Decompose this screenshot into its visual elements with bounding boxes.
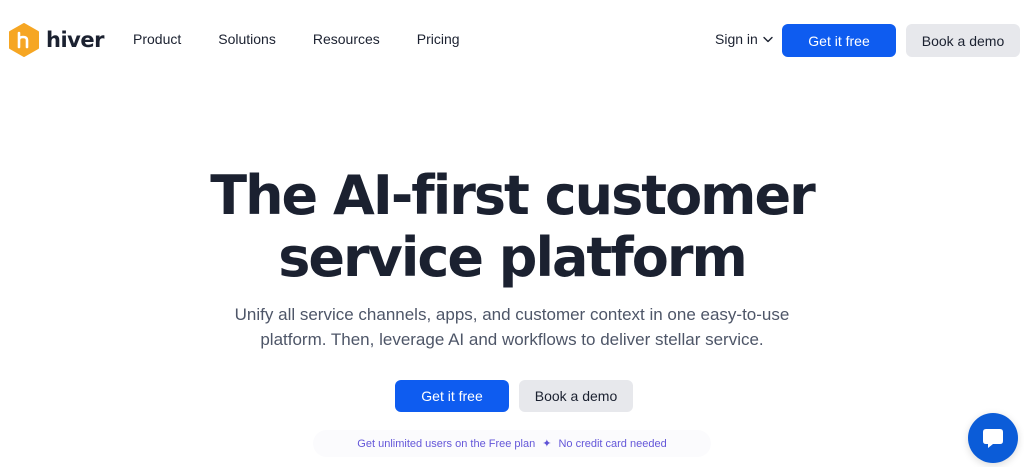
brand-logo[interactable]: hiver bbox=[8, 23, 104, 57]
sign-in-menu[interactable]: Sign in bbox=[715, 31, 773, 47]
hero-title-line-1: The AI-first customer bbox=[210, 164, 815, 227]
main-nav: Product Solutions Resources Pricing bbox=[133, 31, 497, 47]
note-no-credit-card: No credit card needed bbox=[558, 437, 667, 450]
nav-item-resources[interactable]: Resources bbox=[313, 31, 380, 47]
sparkle-icon: ✦ bbox=[542, 438, 552, 450]
hero-note: Get unlimited users on the Free plan ✦ N… bbox=[313, 430, 711, 457]
brand-name: hiver bbox=[46, 28, 104, 52]
sign-in-label: Sign in bbox=[715, 31, 758, 47]
hero-subtitle: Unify all service channels, apps, and cu… bbox=[0, 302, 1024, 352]
note-unlimited-users: Get unlimited users on the Free plan bbox=[357, 437, 536, 450]
hero-title-line-2: service platform bbox=[278, 226, 747, 289]
chat-bubble-icon bbox=[983, 429, 1003, 448]
header-get-free-button[interactable]: Get it free bbox=[782, 24, 896, 57]
hero-get-free-button[interactable]: Get it free bbox=[395, 380, 509, 412]
hero-title: The AI-first customer service platform bbox=[0, 165, 1024, 289]
chevron-down-icon bbox=[763, 36, 773, 42]
nav-item-product[interactable]: Product bbox=[133, 31, 181, 47]
nav-item-pricing[interactable]: Pricing bbox=[417, 31, 460, 47]
nav-item-solutions[interactable]: Solutions bbox=[218, 31, 276, 47]
header-book-demo-button[interactable]: Book a demo bbox=[906, 24, 1020, 57]
hero-subtitle-line-2: platform. Then, leverage AI and workflow… bbox=[260, 330, 764, 349]
hiver-hexagon-icon bbox=[9, 23, 39, 57]
chat-launcher-button[interactable] bbox=[968, 413, 1018, 463]
site-header: hiver Product Solutions Resources Pricin… bbox=[0, 0, 1024, 82]
hero-subtitle-line-1: Unify all service channels, apps, and cu… bbox=[234, 305, 790, 324]
hero-book-demo-button[interactable]: Book a demo bbox=[519, 380, 633, 412]
